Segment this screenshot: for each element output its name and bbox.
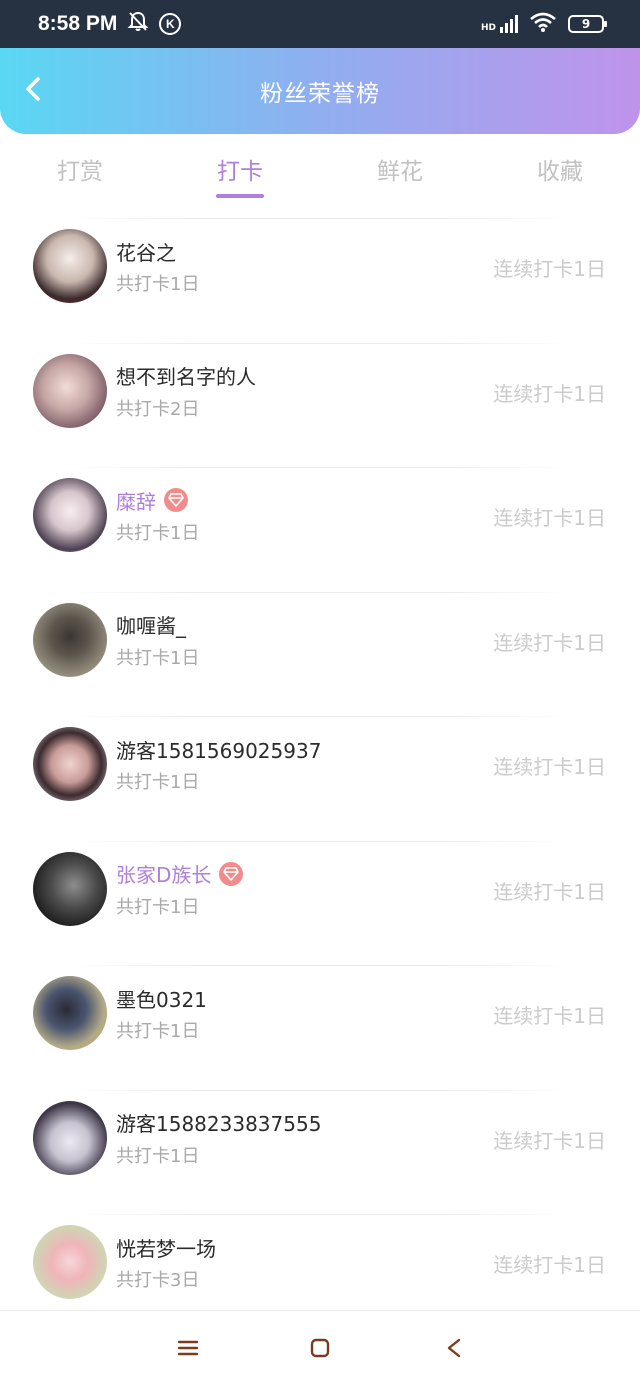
streak-text: 连续打卡1日 [493, 506, 606, 530]
list-item[interactable]: 游客1588233837555 共打卡1日 连续打卡1日 [0, 1076, 640, 1201]
avatar[interactable] [33, 1225, 107, 1299]
hd-label: HD [480, 23, 496, 33]
list-item[interactable]: 墨色0321 共打卡1日 连续打卡1日 [0, 951, 640, 1076]
streak-text: 连续打卡1日 [493, 630, 606, 655]
total-checkins: 共打卡1日 [116, 772, 200, 793]
total-checkins: 共打卡1日 [116, 1145, 200, 1167]
diamond-icon [219, 861, 244, 886]
total-checkins: 共打卡1日 [116, 1021, 200, 1042]
app-header: 粉丝荣誉榜 [0, 48, 640, 134]
streak-text: 连续打卡1日 [493, 257, 606, 281]
home-button[interactable] [307, 1337, 333, 1363]
battery-icon: 9 [568, 15, 607, 33]
user-name: 糜辞 [116, 489, 156, 514]
avatar[interactable] [33, 602, 107, 677]
streak-text: 连续打卡1日 [493, 1128, 606, 1153]
tab-reward[interactable]: 打赏 [0, 142, 160, 204]
fan-list: 花谷之 共打卡1日 连续打卡1日 想不到名字的人 共打卡2日 连续打卡1日 糜辞… [0, 204, 640, 1325]
avatar[interactable] [33, 229, 107, 303]
user-name: 咖喱酱_ [116, 614, 186, 638]
system-back-button[interactable] [441, 1337, 467, 1363]
status-time: 8:58 PM [38, 12, 118, 35]
streak-text: 连续打卡1日 [493, 1004, 606, 1028]
total-checkins: 共打卡1日 [116, 896, 200, 918]
total-checkins: 共打卡2日 [116, 398, 200, 420]
back-triangle-icon [444, 1337, 464, 1363]
user-name: 花谷之 [116, 240, 176, 265]
user-name: 张家D族长 [116, 863, 212, 887]
signal-icon: HD [481, 15, 518, 33]
user-name: 想不到名字的人 [116, 365, 256, 389]
streak-text: 连续打卡1日 [493, 1253, 606, 1277]
list-item[interactable]: 糜辞 共打卡1日 连续打卡1日 [0, 453, 640, 578]
avatar[interactable] [33, 478, 107, 552]
streak-text: 连续打卡1日 [493, 381, 606, 406]
total-checkins: 共打卡1日 [116, 647, 200, 669]
page-title: 粉丝荣誉榜 [260, 81, 380, 107]
tab-flowers[interactable]: 鲜花 [320, 142, 480, 204]
streak-text: 连续打卡1日 [493, 755, 606, 779]
system-nav-bar [0, 1310, 640, 1387]
tab-bar: 打赏 打卡 鲜花 收藏 [0, 142, 640, 204]
list-item[interactable]: 咖喱酱_ 共打卡1日 连续打卡1日 [0, 578, 640, 703]
avatar[interactable] [33, 1100, 107, 1175]
avatar[interactable] [33, 727, 107, 801]
k-circle-icon: K [159, 13, 182, 35]
avatar[interactable] [33, 851, 107, 926]
back-button[interactable] [18, 76, 48, 106]
diamond-icon [164, 488, 188, 512]
tab-favorites[interactable]: 收藏 [480, 142, 640, 204]
status-bar: 8:58 PM K HD 9 [0, 0, 640, 48]
home-square-icon [309, 1337, 331, 1363]
chevron-left-icon [24, 76, 42, 106]
list-item[interactable]: 张家D族长 共打卡1日 连续打卡1日 [0, 827, 640, 952]
streak-text: 连续打卡1日 [493, 879, 606, 904]
avatar[interactable] [33, 353, 107, 428]
user-name: 恍若梦一场 [116, 1236, 216, 1261]
total-checkins: 共打卡1日 [116, 274, 200, 295]
total-checkins: 共打卡3日 [116, 1270, 200, 1291]
total-checkins: 共打卡1日 [116, 523, 200, 544]
user-name: 墨色0321 [116, 987, 207, 1012]
bell-off-icon [127, 10, 149, 38]
avatar[interactable] [33, 976, 107, 1050]
list-item[interactable]: 想不到名字的人 共打卡2日 连续打卡1日 [0, 329, 640, 454]
wifi-icon [530, 12, 556, 36]
user-name: 游客1588233837555 [116, 1112, 322, 1136]
menu-icon [177, 1338, 199, 1362]
list-item[interactable]: 花谷之 共打卡1日 连续打卡1日 [0, 204, 640, 329]
list-item[interactable]: 游客1581569025937 共打卡1日 连续打卡1日 [0, 702, 640, 827]
tab-checkin[interactable]: 打卡 [160, 142, 320, 204]
list-item[interactable]: 恍若梦一场 共打卡3日 连续打卡1日 [0, 1200, 640, 1325]
user-name: 游客1581569025937 [116, 738, 322, 763]
recent-apps-button[interactable] [175, 1337, 201, 1363]
